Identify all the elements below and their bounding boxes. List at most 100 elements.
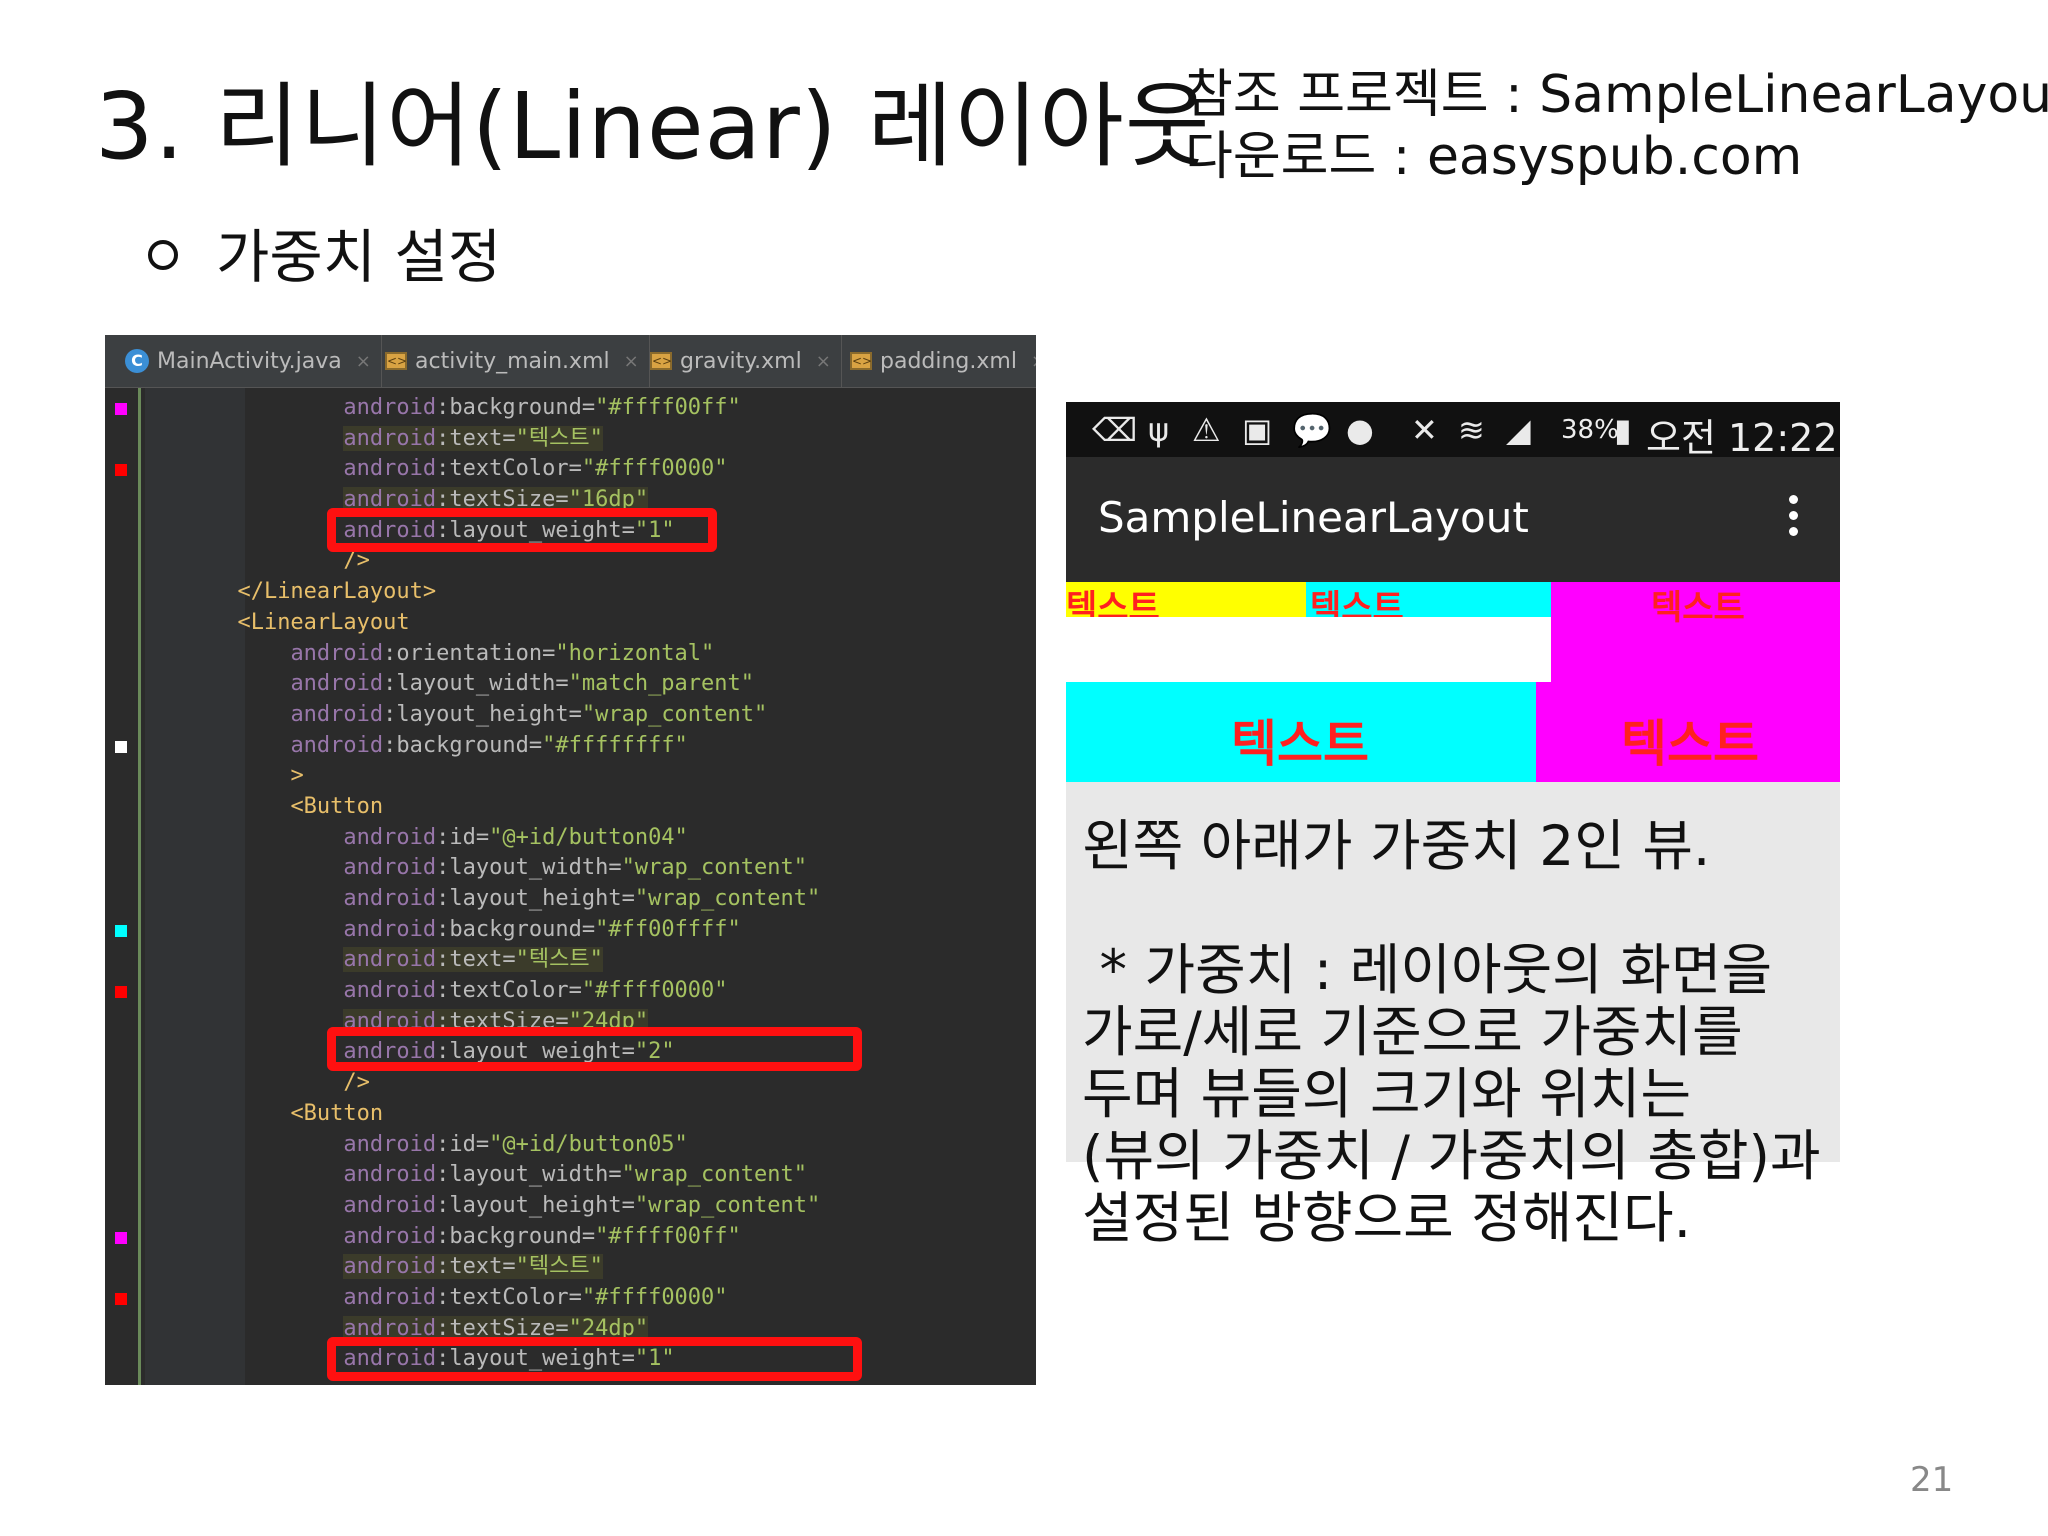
- xml-attribute: :id=: [436, 1131, 490, 1157]
- xml-namespace: android: [290, 640, 384, 666]
- ide-editor: C MainActivity.java × <> activity_main.x…: [105, 335, 1036, 1385]
- xml-tag: />: [343, 1070, 370, 1096]
- code-line[interactable]: android:layout_width="match_parent": [105, 669, 1036, 700]
- color-swatch-icon: [115, 924, 127, 937]
- overflow-menu-icon[interactable]: [1789, 495, 1799, 545]
- view-label: 텍스트: [1651, 588, 1745, 628]
- cyan-view[interactable]: 텍스트: [1306, 582, 1551, 628]
- code-line[interactable]: >: [105, 761, 1036, 792]
- code-line[interactable]: android:textColor="#ffff0000": [105, 1283, 1036, 1314]
- xml-value: "match_parent": [568, 671, 755, 697]
- code-line[interactable]: android:background="#ffff00ff": [105, 1222, 1036, 1253]
- xml-attribute: :layout_width=: [436, 855, 622, 881]
- xml-tag: <LinearLayout: [237, 609, 410, 635]
- close-icon[interactable]: ×: [356, 351, 371, 372]
- xml-attribute: :text=: [436, 947, 516, 973]
- xml-namespace: android: [343, 1162, 437, 1188]
- xml-value: "wrap_content": [634, 1192, 821, 1218]
- code-line[interactable]: android:orientation="horizontal": [105, 639, 1036, 670]
- xml-tag: </LinearLayout>: [237, 579, 437, 605]
- xml-value: "@+id/button04": [489, 824, 688, 850]
- bullet-circle-icon: [148, 239, 178, 270]
- xml-value: "#ffff0000": [581, 1284, 728, 1310]
- close-icon[interactable]: ×: [1031, 351, 1036, 372]
- button-label: 텍스트: [1621, 715, 1759, 773]
- button05[interactable]: 텍스트: [1536, 682, 1840, 782]
- code-line[interactable]: android:text="텍스트": [105, 424, 1036, 455]
- battery-percent: 38%: [1561, 415, 1619, 445]
- code-line[interactable]: android:text="텍스트": [105, 1252, 1036, 1283]
- tab-gravity[interactable]: <> gravity.xml ×: [650, 335, 842, 387]
- xml-namespace: android: [343, 947, 437, 973]
- code-line[interactable]: android:id="@+id/button05": [105, 1130, 1036, 1161]
- xml-value: "텍스트": [515, 947, 603, 973]
- code-line[interactable]: />: [105, 1068, 1036, 1099]
- xml-attribute: :orientation=: [383, 640, 556, 666]
- app-bar: SampleLinearLayout: [1066, 457, 1840, 582]
- code-line[interactable]: <LinearLayout: [105, 608, 1036, 639]
- xml-namespace: android: [343, 1223, 437, 1249]
- xml-attribute: :background=: [436, 916, 596, 942]
- xml-value: "wrap_content": [581, 701, 768, 727]
- code-line[interactable]: android:text="텍스트": [105, 945, 1036, 976]
- code-line[interactable]: android:textColor="#ffff0000": [105, 976, 1036, 1007]
- code-line[interactable]: android:background="#ffffffff": [105, 731, 1036, 762]
- xml-namespace: android: [343, 916, 437, 942]
- color-swatch-icon: [115, 1231, 127, 1244]
- signal-icon: ◢: [1506, 411, 1531, 449]
- xml-attribute: :background=: [383, 732, 543, 758]
- code-line[interactable]: android:id="@+id/button04": [105, 823, 1036, 854]
- slide-title: 3. 리니어(Linear) 레이아웃: [95, 73, 1211, 180]
- bullet-text: 가중치 설정: [216, 223, 502, 291]
- talk-icon: 💬: [1292, 411, 1332, 449]
- xml-value: "wrap_content": [621, 1162, 808, 1188]
- xml-namespace: android: [343, 1131, 437, 1157]
- xml-namespace: android: [343, 1254, 437, 1280]
- xml-value: "#ffffffff": [542, 732, 688, 758]
- code-line[interactable]: android:textColor="#ffff0000": [105, 454, 1036, 485]
- tab-activity-main[interactable]: <> activity_main.xml ×: [385, 335, 650, 387]
- xml-file-icon: <>: [850, 352, 873, 370]
- magenta-view[interactable]: 텍스트: [1551, 582, 1840, 682]
- xml-value: "#ffff00ff": [595, 395, 741, 420]
- xml-tag: <Button: [290, 1100, 384, 1126]
- xml-namespace: android: [343, 824, 437, 850]
- xml-tag: />: [343, 548, 370, 574]
- yellow-view[interactable]: 텍스트: [1066, 582, 1306, 628]
- button04[interactable]: 텍스트: [1066, 682, 1536, 782]
- highlight-box-weight-2: [327, 1027, 862, 1071]
- code-line[interactable]: android:layout_height="wrap_content": [105, 884, 1036, 915]
- code-line[interactable]: android:background="#ffff00ff": [105, 393, 1036, 424]
- color-swatch-icon: [115, 403, 127, 415]
- download-info: 다운로드 : easyspub.com: [1185, 127, 1803, 187]
- code-line[interactable]: <Button: [105, 792, 1036, 823]
- close-icon[interactable]: ×: [624, 351, 639, 372]
- status-bar: ⌫ ψ ⚠ ▣ 💬 ● ✕ ≋ ◢ 38% ▮ 오전 12:22: [1066, 402, 1840, 460]
- tab-mainactivity[interactable]: C MainActivity.java ×: [125, 335, 382, 387]
- xml-attribute: :textColor=: [436, 978, 582, 1004]
- xml-attribute: :textColor=: [436, 1284, 582, 1310]
- mute-icon: ✕: [1411, 411, 1438, 449]
- code-line[interactable]: </LinearLayout>: [105, 577, 1036, 608]
- code-line[interactable]: android:background="#ff00ffff": [105, 915, 1036, 946]
- xml-value: "#ffff00ff": [595, 1223, 741, 1249]
- code-line[interactable]: android:layout_height="wrap_content": [105, 700, 1036, 731]
- code-line[interactable]: android:layout_height="wrap_content": [105, 1191, 1036, 1222]
- xml-attribute: :layout_width=: [383, 671, 569, 697]
- close-icon[interactable]: ×: [816, 351, 831, 372]
- color-swatch-icon: [115, 740, 127, 753]
- tab-padding[interactable]: <> padding.xml ×: [850, 335, 1036, 387]
- xml-value: "#ffff0000": [581, 456, 728, 482]
- clock: 오전 12:22: [1646, 416, 1838, 460]
- xml-tag: <Button: [290, 793, 384, 819]
- xml-namespace: android: [343, 1192, 437, 1218]
- xml-value: "#ff00ffff": [595, 916, 741, 942]
- xml-namespace: android: [290, 732, 384, 758]
- xml-namespace: android: [343, 395, 437, 420]
- code-line[interactable]: android:layout_width="wrap_content": [105, 853, 1036, 884]
- code-line[interactable]: <Button: [105, 1099, 1036, 1130]
- code-line[interactable]: android:layout_width="wrap_content": [105, 1160, 1036, 1191]
- color-swatch-icon: [115, 1293, 127, 1306]
- xml-file-icon: <>: [650, 352, 673, 370]
- xml-namespace: android: [290, 671, 384, 697]
